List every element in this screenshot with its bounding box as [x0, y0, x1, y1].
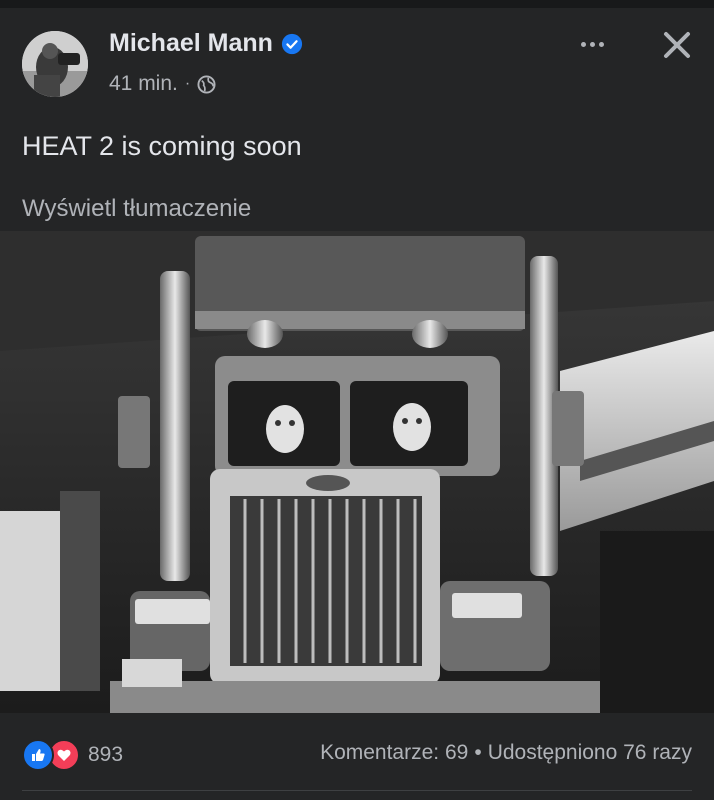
post-text: HEAT 2 is coming soon — [22, 131, 302, 161]
more-options-icon[interactable] — [574, 30, 610, 58]
top-bar — [0, 0, 714, 8]
shares-count[interactable]: Udostępniono 76 razy — [488, 741, 692, 764]
stats-separator: • — [474, 741, 482, 764]
post-timestamp[interactable]: 41 min. — [109, 72, 178, 96]
globe-icon — [197, 74, 216, 94]
like-reaction-icon[interactable] — [22, 739, 54, 771]
meta-separator: · — [184, 75, 191, 92]
translate-link[interactable]: Wyświetl tłumaczenie — [22, 195, 251, 223]
engagement-stats: Komentarze: 69 • Udostępniono 76 razy — [320, 741, 692, 765]
author-name[interactable]: Michael Mann — [109, 29, 273, 58]
divider — [22, 790, 692, 791]
verified-badge-icon — [281, 33, 303, 54]
comments-count[interactable]: Komentarze: 69 — [320, 741, 468, 764]
post-image[interactable] — [0, 231, 714, 713]
reaction-count[interactable]: 893 — [88, 743, 123, 767]
close-icon[interactable] — [656, 24, 698, 66]
author-avatar[interactable] — [22, 31, 88, 97]
